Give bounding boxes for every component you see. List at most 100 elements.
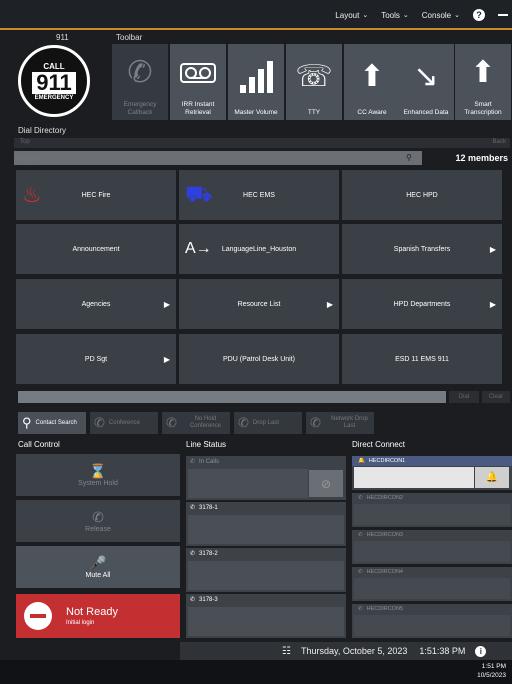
directory-cell-announcement[interactable]: Announcement [16,224,176,274]
taskbar-clock[interactable]: 1:51 PM 10/5/2023 [477,662,506,680]
conference-button[interactable]: ✆ Conference [90,412,158,434]
cell-label: HPD Departments [393,300,451,308]
directory-cell-esd-11[interactable]: ESD 11 EMS 911 [342,334,502,384]
no-entry-icon [24,602,52,630]
tab-toolbar[interactable]: Toolbar [116,33,142,42]
line-body [188,469,308,498]
console-menu[interactable]: Console ⌄ [422,11,460,20]
direct-connect-item-4[interactable]: ✆ HECDIRCON4 [352,567,512,601]
release-label: Release [85,526,111,533]
line-in-calls[interactable]: ✆ In Calls ⊘ [186,456,346,500]
cell-label: HEC HPD [406,191,438,199]
emergency-callback-label: Emergency Callback [123,101,157,116]
cube-arrow-icon: ⬆ [359,60,385,93]
direct-connect-item-1[interactable]: 🔔 HECDIRCON1 🔔 [352,456,512,490]
release-icon: ✆ [92,509,104,525]
phone-icon: ✆ [358,569,363,575]
smart-transcription-button[interactable]: ⬆ Smart Transcription [455,44,511,120]
directory-cell-languageline[interactable]: A→ LanguageLine_Houston [179,224,339,274]
dial-input[interactable] [18,391,446,403]
tty-label: TTY [307,109,321,116]
emergency-callback-button[interactable]: ✆ Emergency Callback [112,44,168,120]
phone-icon: ✆ [190,505,196,511]
info-icon[interactable]: i [475,645,487,657]
play-arrow-icon: ▶ [163,299,170,309]
directory-cell-pdu[interactable]: PDU (Patrol Desk Unit) [179,334,339,384]
mute-all-button[interactable]: 🎤 Mute All [16,546,180,588]
cell-label: Agencies [81,300,111,308]
directory-cell-hec-hpd[interactable]: HEC HPD [342,170,502,220]
mute-all-label: Mute All [85,572,111,579]
direct-connect-label: HECDIRCON5 [366,606,403,612]
direct-connect-item-2[interactable]: ✆ HECDIRCON2 [352,493,512,527]
irr-instant-retrieval-button[interactable]: IRR Instant Retrieval [170,44,226,120]
help-icon[interactable]: ? [473,9,485,21]
phone-icon: ✆ [190,459,196,465]
drop-last-icon: ✆ [238,415,249,430]
contact-search-button[interactable]: ⚲ Contact Search [18,412,86,434]
status-time: 1:51:38 PM [419,646,466,656]
no-hold-conference-button[interactable]: ✆ No Hold Conference [162,412,230,434]
status-date: Thursday, October 5, 2023 [300,646,408,656]
back-button[interactable]: Back [493,139,506,145]
cell-label: Spanish Transfers [393,245,451,253]
clear-button[interactable]: Clear [482,391,510,403]
enhanced-data-button[interactable]: ↘ Enhanced Data [398,44,454,120]
drop-last-button[interactable]: ✆ Drop Last [234,412,302,434]
network-drop-icon: ✆ [310,415,321,430]
tty-button[interactable]: ☏ TTY [286,44,342,120]
contact-search-label: Contact Search [35,419,77,426]
release-button[interactable]: ✆ Release [16,500,180,542]
line-body [188,515,344,544]
direct-connect-label: HECDIRCON4 [366,569,403,575]
directory-cell-resource-list[interactable]: Resource List ▶ [179,279,339,329]
tab-911[interactable]: 911 [56,33,69,42]
data-arrow-icon: ↘ [413,60,439,93]
line-3178-1[interactable]: ✆ 3178-1 [186,502,346,546]
line-3178-3[interactable]: ✆ 3178-3 [186,594,346,638]
direct-connect-body [354,541,510,562]
search-icon: ⚲ [22,415,32,430]
chevron-down-icon: ⌄ [454,12,460,19]
system-hold-button[interactable]: ⌛ System Hold [16,454,180,496]
minimize-icon[interactable] [498,14,508,16]
network-drop-last-button[interactable]: ✆ Network Drop Last [306,412,374,434]
microphone-icon: 🎤 [89,555,107,571]
not-ready-label: Not Ready [66,606,118,618]
play-arrow-icon: ▶ [163,354,170,364]
directory-cell-hec-ems[interactable]: ⛟ HEC EMS [179,170,339,220]
no-hold-icon: ✆ [166,415,177,430]
line-3178-2[interactable]: ✆ 3178-2 [186,548,346,592]
directory-cell-agencies[interactable]: Agencies ▶ [16,279,176,329]
dial-button[interactable]: Dial [449,391,479,403]
directory-cell-hec-fire[interactable]: ♨ HEC Fire [16,170,176,220]
master-volume-button[interactable]: Master Volume [228,44,284,120]
logo-bottom-text: EMERGENCY [34,94,74,101]
smart-transcription-label: Smart Transcription [464,101,502,116]
direct-connect-body [354,467,474,488]
directory-cell-pd-sgt[interactable]: PD Sgt ▶ [16,334,176,384]
no-entry-icon[interactable]: ⊘ [309,470,343,497]
ambulance-icon: ⛟ [185,180,213,206]
directory-cell-spanish-transfers[interactable]: Spanish Transfers ▶ [342,224,502,274]
cc-aware-button[interactable]: ⬆ CC Aware [344,44,400,120]
status-bar: ☷ Thursday, October 5, 2023 1:51:38 PM i [180,642,512,660]
fire-icon: ♨ [22,182,42,207]
direct-connect-item-3[interactable]: ✆ HECDIRCON3 [352,530,512,564]
tools-menu[interactable]: Tools ⌄ [381,11,409,20]
top-button[interactable]: Top [20,139,30,145]
transcription-icon: ⬆ [470,56,496,89]
not-ready-button[interactable]: Not Ready Initial login [16,594,180,638]
layout-menu[interactable]: Layout ⌄ [335,11,368,20]
search-icon[interactable]: ⚲ [406,153,412,162]
master-volume-label: Master Volume [234,109,278,116]
search-input[interactable] [14,151,422,165]
directory-cell-hpd-departments[interactable]: HPD Departments ▶ [342,279,502,329]
irr-label: IRR Instant Retrieval [181,101,215,116]
bell-icon[interactable]: 🔔 [475,467,509,488]
direct-connect-item-5[interactable]: ✆ HECDIRCON5 [352,604,512,638]
network-drop-last-label: Network Drop Last [331,416,368,429]
system-hold-label: System Hold [78,480,118,487]
line-label: In Calls [199,459,220,465]
play-arrow-icon: ▶ [489,244,496,254]
